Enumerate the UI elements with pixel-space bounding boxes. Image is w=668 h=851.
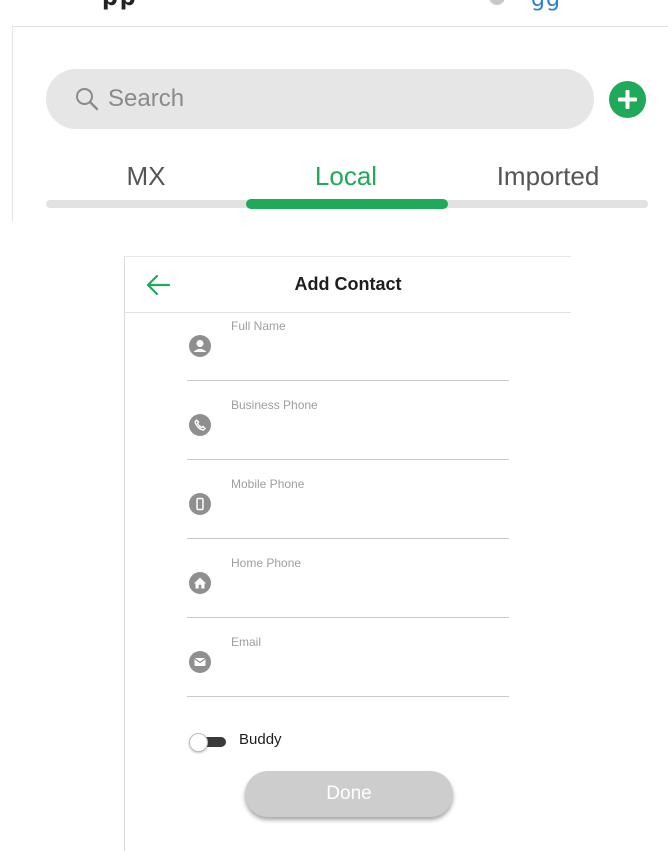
search-input[interactable]	[108, 85, 548, 113]
add-contact-button[interactable]	[609, 81, 646, 118]
tab-active-indicator	[246, 199, 448, 209]
phone-icon	[189, 414, 211, 436]
business-phone-field[interactable]: Business Phone	[187, 398, 509, 460]
contacts-page: pp gg MX Local Imported	[0, 0, 668, 851]
search-icon	[76, 88, 99, 111]
email-field[interactable]: Email	[187, 635, 509, 697]
email-input[interactable]	[231, 655, 501, 679]
plus-icon	[618, 90, 637, 109]
mobile-phone-input[interactable]	[231, 497, 501, 521]
panel-title: Add Contact	[294, 274, 402, 294]
mobile-icon	[189, 493, 211, 515]
header-link-partial[interactable]: gg	[531, 0, 561, 11]
mobile-phone-field[interactable]: Mobile Phone	[187, 477, 509, 539]
full-name-field[interactable]: Full Name	[187, 319, 509, 381]
tab-local[interactable]: Local	[246, 155, 446, 197]
mobile-phone-label: Mobile Phone	[231, 477, 305, 491]
top-header-partial: pp gg	[0, 0, 668, 27]
tab-mx[interactable]: MX	[46, 155, 246, 197]
home-phone-input[interactable]	[231, 576, 501, 600]
header-divider	[12, 26, 668, 27]
business-phone-input[interactable]	[231, 418, 501, 442]
home-phone-label: Home Phone	[231, 556, 302, 570]
tab-imported[interactable]: Imported	[448, 155, 648, 197]
mail-icon	[189, 651, 211, 673]
person-icon	[189, 335, 211, 357]
header-title-partial: pp	[102, 0, 138, 10]
buddy-toggle[interactable]	[189, 733, 227, 752]
buddy-toggle-knob	[189, 733, 208, 752]
home-icon	[189, 572, 211, 594]
business-phone-label: Business Phone	[231, 398, 318, 412]
email-label: Email	[231, 635, 262, 649]
full-name-input[interactable]	[231, 339, 501, 363]
header-avatar-partial	[489, 0, 505, 5]
buddy-label: Buddy	[239, 731, 282, 748]
add-contact-panel: Add Contact Full Name Business Phone Mob…	[124, 256, 571, 851]
buddy-row: Buddy	[189, 728, 389, 754]
done-button[interactable]: Done	[245, 771, 453, 817]
search-bar[interactable]	[46, 69, 594, 129]
full-name-label: Full Name	[231, 319, 286, 333]
home-phone-field[interactable]: Home Phone	[187, 556, 509, 618]
panel-header: Add Contact	[125, 257, 571, 313]
left-divider	[12, 27, 13, 222]
